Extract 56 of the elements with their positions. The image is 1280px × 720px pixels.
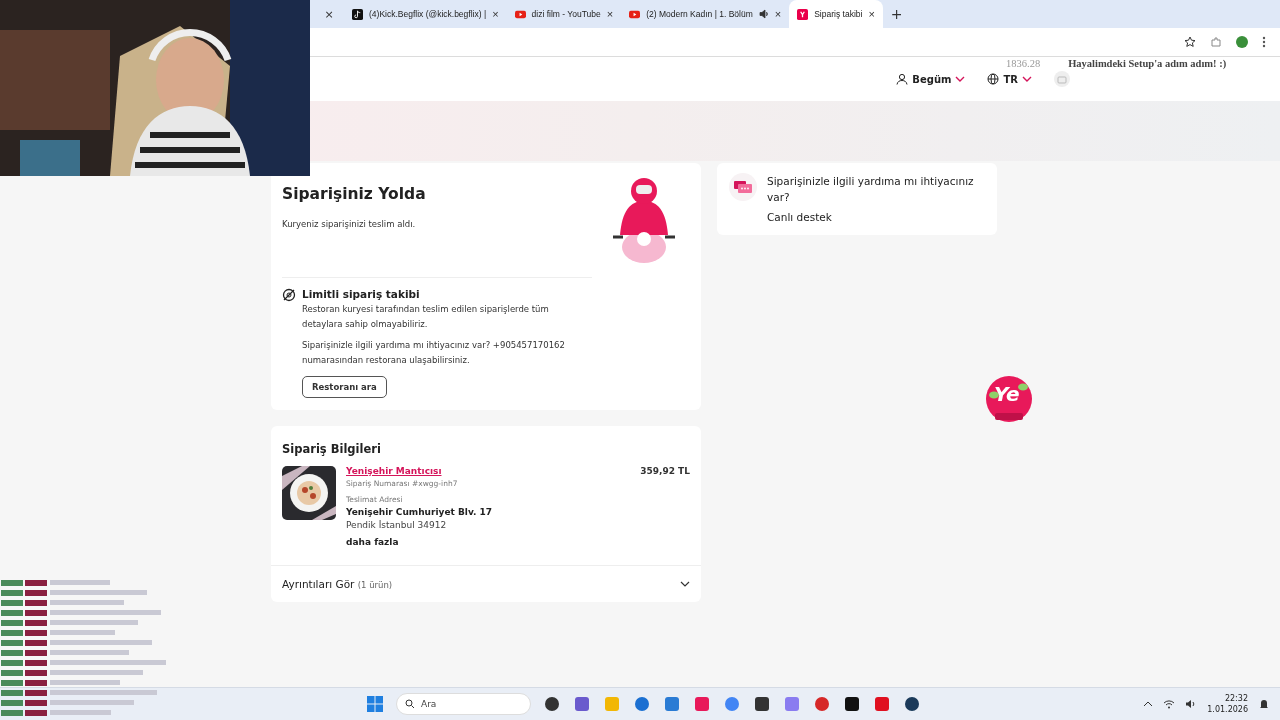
globe-icon [987,73,1000,85]
tiktok-icon [352,8,363,20]
search-icon [405,699,415,709]
star-icon[interactable] [1184,36,1196,48]
browser-tab[interactable]: (4)Kick.Begflix (@kick.begflix) | × [344,0,507,28]
chevron-icon[interactable] [680,580,690,588]
browser-tab[interactable]: dizi film - YouTube × [506,0,622,28]
close-tab-button[interactable]: × [774,8,782,20]
taskbar-app-icon[interactable] [543,695,561,713]
close-tab-button[interactable]: × [606,8,614,20]
y-logo-icon [797,8,809,20]
windows-start-icon[interactable] [366,695,384,713]
close-tab-button[interactable]: × [868,8,875,20]
taskbar-clock[interactable]: 22:32 1.01.2026 [1207,693,1248,715]
more-link[interactable]: daha fazla [346,537,631,547]
notice-title: Limitli sipariş takibi [302,288,421,300]
help-text: Siparişinizle ilgili yardıma mı ihtiyacınız var? +905457170162 numarasından restorana ulaşabilirsiniz. [302,339,566,367]
order-price: 359,92 TL [640,466,690,478]
order-info-title: Sipariş Bilgileri [282,442,382,456]
close-tab-button[interactable]: × [322,7,336,21]
restaurant-link[interactable]: Yenişehir Mantıcısı [346,466,631,476]
no-tracking-icon [282,288,296,302]
youtube-icon [629,8,641,20]
call-restaurant-button[interactable]: Restoranı ara [302,376,387,398]
address-line: Pendik İstanbul 34912 [346,520,448,530]
profile-avatar-icon[interactable] [1236,36,1248,48]
address-line: Yenişehir Cumhuriyet Blv. 17 [346,507,494,517]
notice-text: Restoran kuryesi tarafından teslim edilen siparişlerde tüm detaylara sahip olmayabiliriz. [302,303,550,331]
account-menu[interactable]: Begüm [896,73,966,85]
taskbar-search-field[interactable]: Ara [396,693,531,715]
chevron-icon [1022,75,1032,83]
taskbar-app-icon[interactable] [753,695,771,713]
menu-icon[interactable] [1262,36,1266,48]
status-title: Siparişiniz Yolda [282,185,427,203]
speaker-icon[interactable] [758,9,769,19]
chevron-icon[interactable] [1143,700,1154,708]
chevron-icon [955,75,966,83]
chat-bubbles-icon [729,173,757,201]
close-tab-button[interactable]: × [492,8,499,20]
bell-icon[interactable] [1258,698,1270,710]
browser-tab[interactable]: Sipariş takibi × [789,0,883,28]
youtube-icon [514,8,526,20]
details-toggle[interactable]: Ayrıntıları Gör (1 ürün) [282,578,680,590]
donation-goal: Hayalimdeki Setup'a adım adım! :) [1068,58,1227,69]
taskbar-app-icon[interactable] [843,695,861,713]
promo-badge-icon[interactable] [985,375,1033,425]
taskbar-app-icon[interactable] [903,695,921,713]
donation-counter: 1836.28 [1006,58,1041,69]
language-menu[interactable]: TR [987,73,1032,85]
user-icon [896,73,909,85]
live-support-link[interactable]: Canlı destek [767,211,832,223]
browser-tab[interactable]: (2) Modern Kadın | 1. Bölüm × [621,0,790,28]
wifi-icon[interactable] [1163,698,1176,710]
new-tab-button[interactable]: + [890,6,903,22]
status-subtitle: Kuryeniz siparişinizi teslim aldı. [282,218,417,231]
support-question: Siparişinizle ilgili yardıma mı ihtiyacınız var? [767,174,975,205]
